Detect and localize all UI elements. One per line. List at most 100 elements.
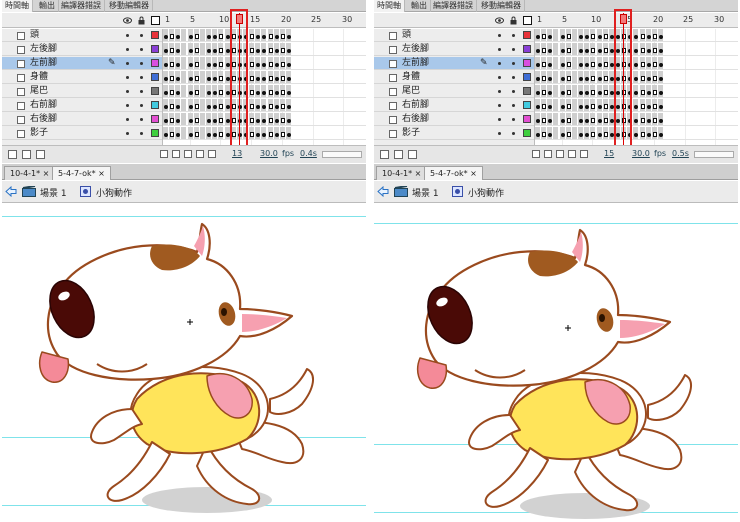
frame-cell[interactable]: [553, 99, 560, 111]
eye-icon[interactable]: [495, 16, 504, 25]
visibility-dot[interactable]: [498, 104, 501, 107]
frame-cell[interactable]: [181, 99, 188, 111]
tab-output[interactable]: 輸出: [36, 0, 59, 12]
lock-dot[interactable]: [140, 76, 143, 79]
layer-color-swatch[interactable]: [151, 101, 159, 109]
layer-row[interactable]: 左前腳 ✎: [2, 57, 162, 70]
layer-color-swatch[interactable]: [523, 31, 531, 39]
back-arrow-icon[interactable]: [377, 185, 389, 200]
layer-color-swatch[interactable]: [523, 129, 531, 137]
frame-cell[interactable]: [553, 127, 560, 139]
layer-color-swatch[interactable]: [523, 45, 531, 53]
frame-cell[interactable]: [199, 85, 206, 97]
layer-row[interactable]: 影子: [2, 127, 162, 140]
visibility-dot[interactable]: [126, 118, 129, 121]
frame-cell[interactable]: [199, 113, 206, 125]
frame-cell[interactable]: [571, 127, 578, 139]
lock-dot[interactable]: [140, 48, 143, 51]
visibility-dot[interactable]: [126, 132, 129, 135]
frame-cell[interactable]: [181, 113, 188, 125]
visibility-dot[interactable]: [498, 132, 501, 135]
lock-dot[interactable]: [512, 76, 515, 79]
lock-dot[interactable]: [140, 132, 143, 135]
tab-output[interactable]: 輸出: [408, 0, 431, 12]
visibility-dot[interactable]: [498, 118, 501, 121]
frame-cell[interactable]: [553, 29, 560, 41]
lock-icon[interactable]: [137, 16, 146, 25]
fps-value[interactable]: 30.0: [632, 149, 650, 158]
layer-color-swatch[interactable]: [151, 59, 159, 67]
frame-ruler[interactable]: 1 5 10 15 20 25 30: [162, 13, 366, 28]
breadcrumb-scene[interactable]: 場景 1: [412, 186, 439, 199]
frame-cell[interactable]: [553, 71, 560, 83]
document-tab[interactable]: 10-4-1* ×: [376, 166, 428, 180]
frame-cell[interactable]: [571, 85, 578, 97]
lock-dot[interactable]: [140, 104, 143, 107]
close-icon[interactable]: ×: [40, 169, 50, 178]
close-icon[interactable]: ×: [96, 169, 105, 178]
stage-canvas[interactable]: [2, 204, 366, 522]
layer-color-swatch[interactable]: [151, 129, 159, 137]
tab-compiler-errors[interactable]: 編譯器錯誤: [58, 0, 105, 12]
lock-dot[interactable]: [140, 62, 143, 65]
layer-name[interactable]: 身體: [402, 72, 420, 83]
outline-icon[interactable]: [151, 16, 160, 25]
layer-color-swatch[interactable]: [151, 45, 159, 53]
elapsed-time[interactable]: 0.4s: [300, 149, 317, 158]
visibility-dot[interactable]: [498, 90, 501, 93]
close-icon[interactable]: ×: [468, 169, 477, 178]
frame-cell[interactable]: [181, 71, 188, 83]
visibility-dot[interactable]: [126, 90, 129, 93]
layer-color-swatch[interactable]: [523, 115, 531, 123]
lock-dot[interactable]: [512, 48, 515, 51]
layer-color-swatch[interactable]: [523, 73, 531, 81]
eye-icon[interactable]: [123, 16, 132, 25]
frame-cell[interactable]: [571, 71, 578, 83]
onion-outline-icon[interactable]: [184, 150, 192, 158]
back-arrow-icon[interactable]: [5, 185, 17, 200]
layer-name[interactable]: 左前腳: [30, 58, 57, 69]
layer-name[interactable]: 左前腳: [402, 58, 429, 69]
puppy-illustration[interactable]: [374, 204, 738, 522]
layer-name[interactable]: 右前腳: [402, 100, 429, 111]
new-folder-icon[interactable]: [394, 150, 403, 159]
layer-row[interactable]: 尾巴: [374, 85, 534, 98]
delete-layer-icon[interactable]: [408, 150, 417, 159]
frame-cell[interactable]: [571, 113, 578, 125]
fps-value[interactable]: 30.0: [260, 149, 278, 158]
layer-name[interactable]: 右後腳: [30, 114, 57, 125]
layer-row[interactable]: 身體: [374, 71, 534, 84]
breadcrumb-symbol[interactable]: 小狗動作: [468, 186, 504, 199]
tab-motion-editor[interactable]: 移動編輯器: [106, 0, 153, 12]
close-icon[interactable]: ×: [412, 169, 422, 178]
new-layer-icon[interactable]: [380, 150, 389, 159]
delete-layer-icon[interactable]: [36, 150, 45, 159]
layer-row[interactable]: 左前腳 ✎: [374, 57, 534, 70]
lock-dot[interactable]: [512, 104, 515, 107]
frame-cell[interactable]: [181, 57, 188, 69]
visibility-dot[interactable]: [126, 76, 129, 79]
layer-row[interactable]: 頭: [2, 29, 162, 42]
frame-ruler[interactable]: 1 5 10 15 20 25 30: [534, 13, 738, 28]
edit-multiple-icon[interactable]: [196, 150, 204, 158]
frame-cell[interactable]: [199, 71, 206, 83]
layer-color-swatch[interactable]: [523, 59, 531, 67]
new-folder-icon[interactable]: [22, 150, 31, 159]
current-frame-value[interactable]: 13: [232, 149, 242, 158]
layer-row[interactable]: 右後腳: [374, 113, 534, 126]
layer-name[interactable]: 右前腳: [30, 100, 57, 111]
tab-timeline[interactable]: 時間軸: [374, 0, 405, 12]
document-tab[interactable]: 10-4-1* ×: [4, 166, 56, 180]
lock-icon[interactable]: [509, 16, 518, 25]
frame-cell[interactable]: [553, 43, 560, 55]
frame-cell[interactable]: [199, 127, 206, 139]
lock-dot[interactable]: [512, 34, 515, 37]
elapsed-time[interactable]: 0.5s: [672, 149, 689, 158]
frame-cell[interactable]: [181, 43, 188, 55]
frame-cell[interactable]: [199, 57, 206, 69]
frame-cell[interactable]: [199, 99, 206, 111]
frame-grid[interactable]: [162, 29, 366, 145]
outline-icon[interactable]: [523, 16, 532, 25]
timeline-scrollbar[interactable]: [322, 151, 362, 158]
tab-timeline[interactable]: 時間軸: [2, 0, 33, 12]
